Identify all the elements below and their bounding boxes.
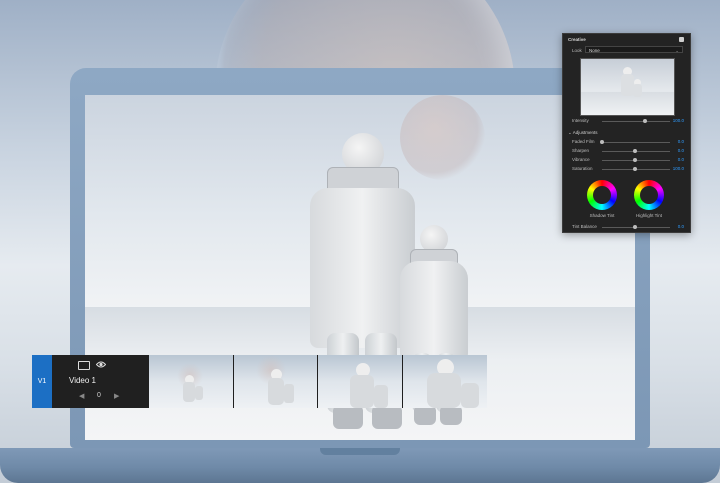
clip-frame[interactable]: [402, 355, 487, 408]
adjustments-section-header[interactable]: ⌄ Adjustments: [568, 130, 598, 136]
intensity-thumb[interactable]: [643, 119, 647, 123]
vibrance-value[interactable]: 0.0: [678, 157, 684, 162]
next-keyframe-button[interactable]: ▶: [114, 392, 119, 400]
intensity-label: Intensity: [572, 118, 589, 123]
shadow-tint-color-wheel[interactable]: [587, 180, 617, 210]
sharpen-slider[interactable]: Sharpen 0.0: [572, 148, 684, 154]
chevron-down-icon: ⌄: [675, 48, 679, 53]
timeline-video-track: V1 Video 1 ◀ 0 ▶: [32, 355, 487, 408]
track-name: Video 1: [69, 376, 96, 385]
adjustments-label: Adjustments: [572, 130, 598, 135]
vibrance-thumb[interactable]: [633, 158, 637, 162]
previous-keyframe-button[interactable]: ◀: [79, 392, 84, 400]
intensity-slider[interactable]: Intensity 100.0: [572, 118, 684, 124]
keyframe-value: 0: [97, 392, 101, 399]
panel-title: Creative: [568, 37, 586, 42]
intensity-track[interactable]: [602, 121, 670, 122]
saturation-value[interactable]: 100.0: [673, 166, 684, 171]
highlight-tint-label: Highlight Tint: [635, 213, 662, 218]
clip-frame[interactable]: [318, 355, 402, 408]
track-target-v1[interactable]: V1: [32, 355, 52, 408]
tint-balance-thumb[interactable]: [633, 225, 637, 229]
saturation-label: Saturation: [572, 166, 593, 171]
creative-enable-checkbox[interactable]: [679, 37, 684, 42]
intensity-value[interactable]: 100.0: [673, 118, 684, 123]
shadow-tint-label: Shadow Tint: [589, 213, 615, 218]
tint-balance-label: Tint Balance: [572, 224, 597, 229]
look-dropdown[interactable]: None ⌄: [585, 46, 683, 53]
vibrance-slider[interactable]: Vibrance 0.0: [572, 157, 684, 163]
creative-panel: Creative Look None ⌄ Intensity 100.0 ⌄ A…: [562, 33, 691, 233]
vibrance-label: Vibrance: [572, 157, 590, 162]
look-preview-thumbnail: [580, 58, 675, 116]
laptop-notch: [320, 448, 400, 455]
astronaut-boots: [330, 405, 470, 435]
track-header: Video 1 ◀ 0 ▶: [52, 355, 149, 408]
sharpen-value[interactable]: 0.0: [678, 148, 684, 153]
faded-film-label: Faded Film: [572, 139, 595, 144]
look-label: Look: [572, 48, 582, 53]
highlight-tint-color-wheel[interactable]: [634, 180, 664, 210]
faded-film-value[interactable]: 0.0: [678, 139, 684, 144]
eye-icon[interactable]: [96, 360, 106, 369]
clip-frame[interactable]: [233, 355, 317, 408]
faded-film-slider[interactable]: Faded Film 0.0: [572, 139, 684, 145]
sharpen-thumb[interactable]: [633, 149, 637, 153]
clip-frame[interactable]: [149, 355, 233, 408]
tint-balance-slider[interactable]: Tint Balance 0.0: [572, 224, 684, 230]
look-value: None: [589, 48, 600, 53]
faded-film-track[interactable]: [602, 142, 670, 143]
camera-icon[interactable]: [78, 361, 90, 370]
saturation-thumb[interactable]: [633, 167, 637, 171]
saturation-slider[interactable]: Saturation 100.0: [572, 166, 684, 172]
clip-thumbnails[interactable]: [149, 355, 487, 408]
faded-film-thumb[interactable]: [600, 140, 604, 144]
sharpen-label: Sharpen: [572, 148, 590, 153]
tint-balance-value[interactable]: 0.0: [678, 224, 684, 229]
